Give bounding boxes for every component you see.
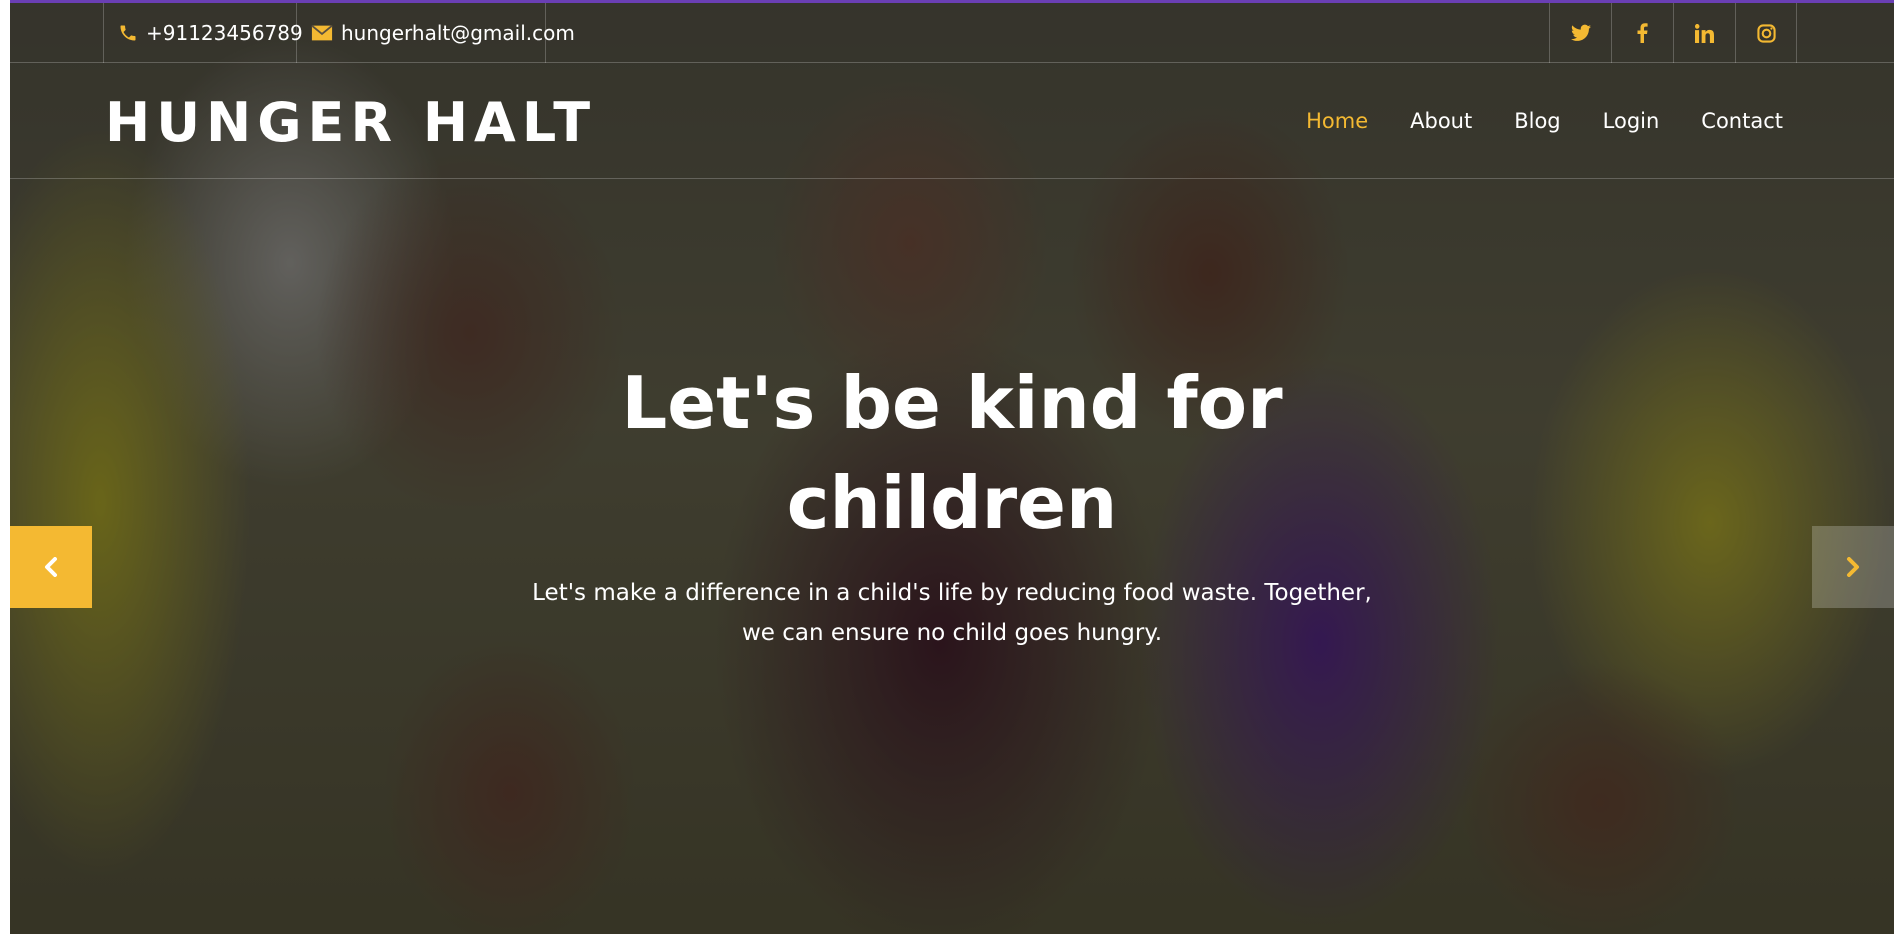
- envelope-icon: [311, 24, 333, 42]
- email-address: hungerhalt@gmail.com: [341, 21, 575, 45]
- phone-icon: [118, 23, 138, 43]
- chevron-right-icon: [1845, 550, 1861, 585]
- carousel-next-button[interactable]: [1812, 526, 1894, 608]
- top-bar: +91123456789 hungerhalt@gmail.com: [10, 3, 1894, 63]
- nav-link-contact[interactable]: Contact: [1701, 109, 1783, 133]
- chevron-left-icon: [43, 550, 59, 585]
- phone-contact[interactable]: +91123456789: [103, 3, 303, 63]
- hero-subtext-line2: we can ensure no child goes hungry.: [741, 620, 1163, 646]
- nav-link-blog[interactable]: Blog: [1514, 109, 1560, 133]
- social-links: [1549, 3, 1797, 63]
- carousel-prev-button[interactable]: [10, 526, 92, 608]
- facebook-icon[interactable]: [1611, 3, 1673, 63]
- twitter-icon[interactable]: [1549, 3, 1611, 63]
- hero-subtext: Let's make a difference in a child's lif…: [10, 573, 1894, 653]
- brand-logo[interactable]: HUNGER HALT: [105, 91, 596, 154]
- hero-section: +91123456789 hungerhalt@gmail.com HUNGER…: [10, 0, 1894, 934]
- nav-link-login[interactable]: Login: [1603, 109, 1660, 133]
- email-contact[interactable]: hungerhalt@gmail.com: [296, 3, 575, 63]
- phone-number: +91123456789: [146, 21, 303, 45]
- hero-headline-line2: children: [786, 461, 1118, 545]
- hero-headline-line1: Let's be kind for: [621, 361, 1283, 445]
- main-navbar: HUNGER HALT Home About Blog Login Contac…: [10, 63, 1894, 179]
- instagram-icon[interactable]: [1735, 3, 1797, 63]
- nav-link-about[interactable]: About: [1410, 109, 1472, 133]
- linkedin-icon[interactable]: [1673, 3, 1735, 63]
- hero-subtext-line1: Let's make a difference in a child's lif…: [532, 580, 1372, 606]
- hero-headline: Let's be kind for children: [10, 353, 1894, 553]
- nav-menu: Home About Blog Login Contact: [1306, 63, 1783, 179]
- nav-link-home[interactable]: Home: [1306, 109, 1368, 133]
